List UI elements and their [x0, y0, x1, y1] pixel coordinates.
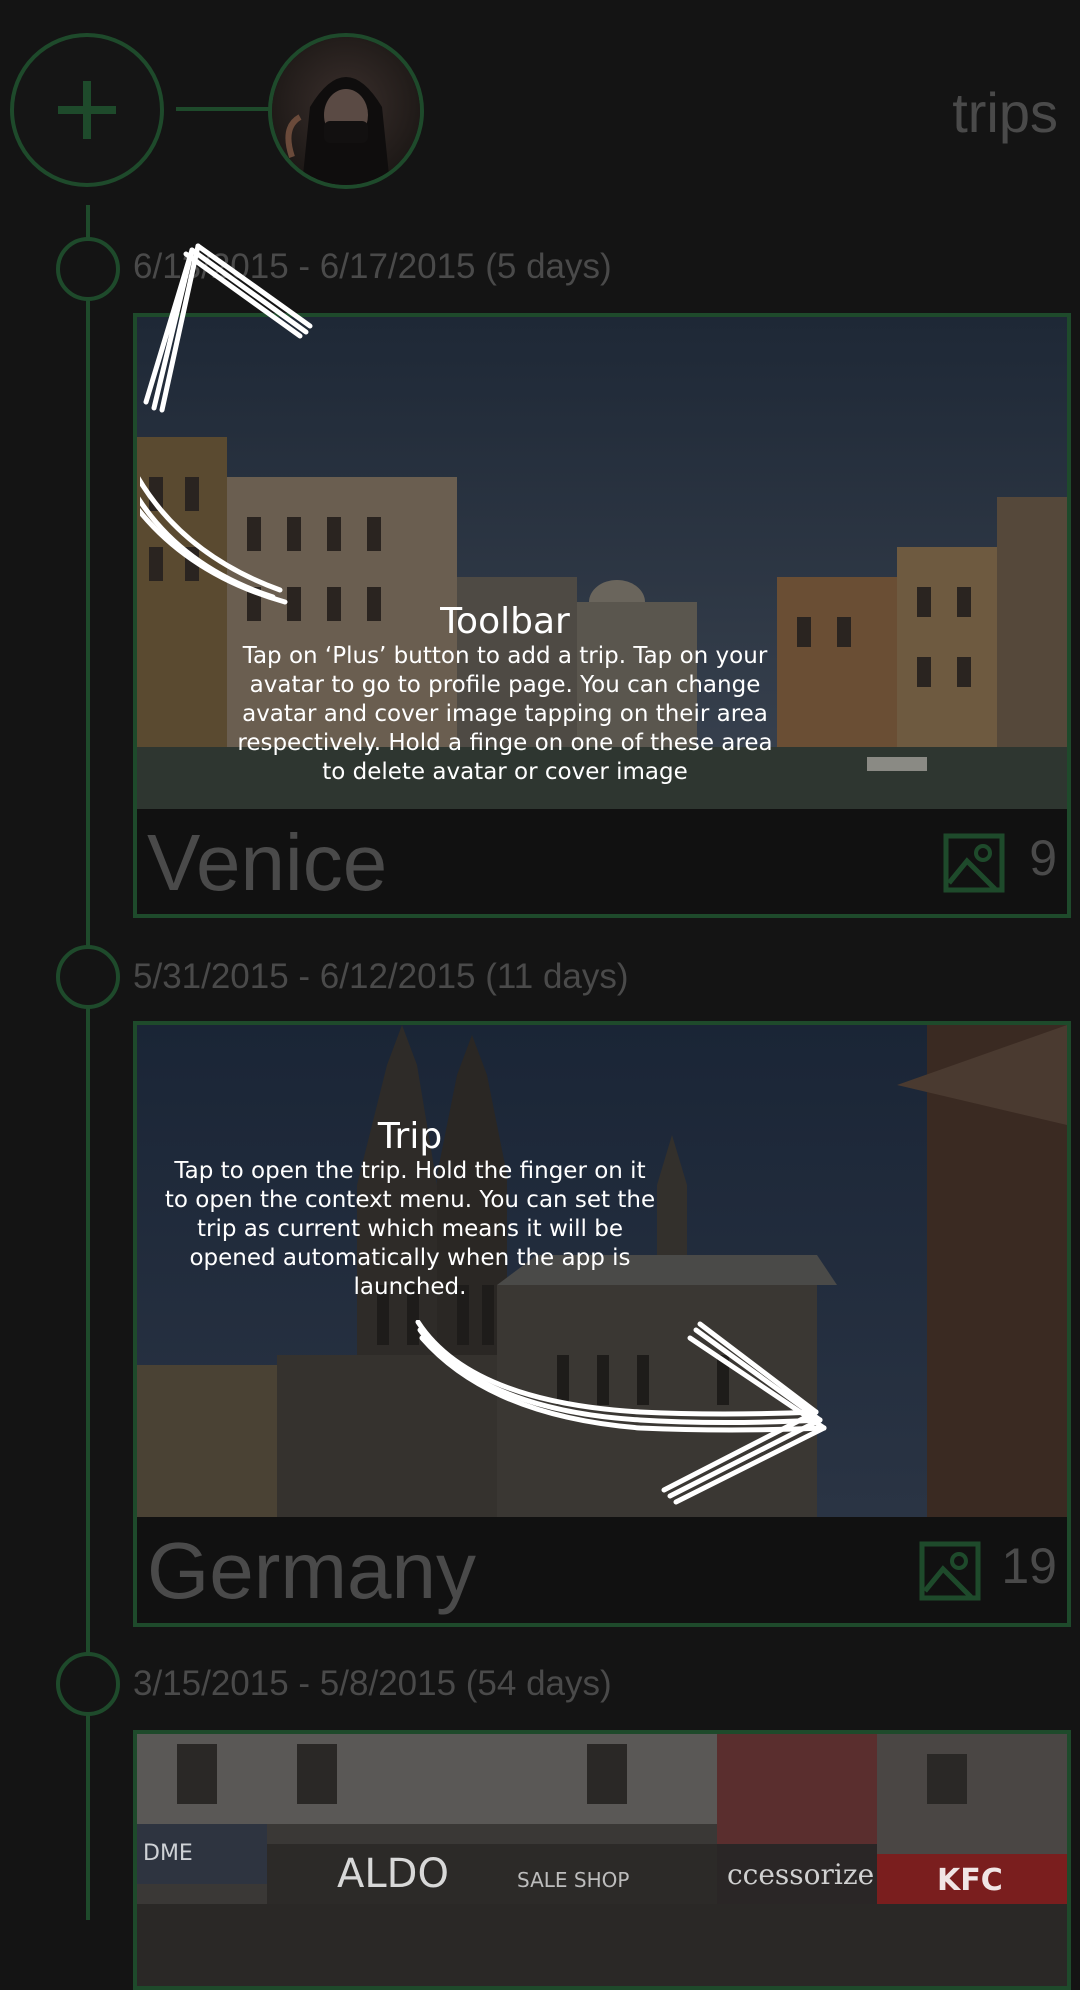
photo-count: 19 — [1001, 1538, 1057, 1594]
sign-text: ccessorize — [727, 1858, 874, 1891]
coach-tip-title: Trip — [377, 1116, 443, 1157]
coach-tip-text: Tap on ‘Plus’ button to add a trip. Tap … — [237, 643, 773, 785]
trip-card-third[interactable]: DME ALDO SALE SHOP ccessorize KFC — [133, 1730, 1071, 1990]
trip-arrow — [415, 1320, 827, 1505]
coach-tip-toolbar: Toolbar Tap on ‘Plus’ button to add a tr… — [200, 602, 810, 787]
coach-tip-title: Toolbar — [440, 601, 570, 642]
timeline-node — [56, 237, 120, 301]
image-icon — [943, 833, 1005, 893]
sign-text: DME — [143, 1841, 193, 1866]
timeline-node — [56, 945, 120, 1009]
toolbar: trips — [0, 0, 1080, 200]
toolbar-arrow — [140, 243, 313, 605]
coach-tip-text: Tap to open the trip. Hold the finger on… — [164, 1158, 656, 1300]
image-icon — [919, 1541, 981, 1601]
trip-dates: 3/15/2015 - 5/8/2015 (54 days) — [133, 1664, 612, 1703]
avatar-image — [272, 37, 420, 185]
sign-text: KFC — [937, 1863, 1003, 1898]
trip-name: Venice — [147, 818, 388, 907]
toolbar-connector — [176, 107, 272, 111]
screen-title: trips — [952, 81, 1058, 144]
sign-text: ALDO — [337, 1851, 449, 1897]
coach-tip-trip: Trip Tap to open the trip. Hold the fing… — [130, 1117, 690, 1302]
add-trip-button[interactable] — [10, 33, 164, 187]
timeline-node — [56, 1652, 120, 1716]
trip-dates: 5/31/2015 - 6/12/2015 (11 days) — [133, 957, 629, 996]
trip-name: Germany — [147, 1526, 476, 1615]
sign-text: SALE SHOP — [517, 1868, 629, 1892]
avatar-button[interactable] — [268, 33, 424, 189]
photo-count: 9 — [1029, 830, 1057, 886]
trip-cover-photo: DME ALDO SALE SHOP ccessorize KFC — [137, 1734, 1067, 1986]
